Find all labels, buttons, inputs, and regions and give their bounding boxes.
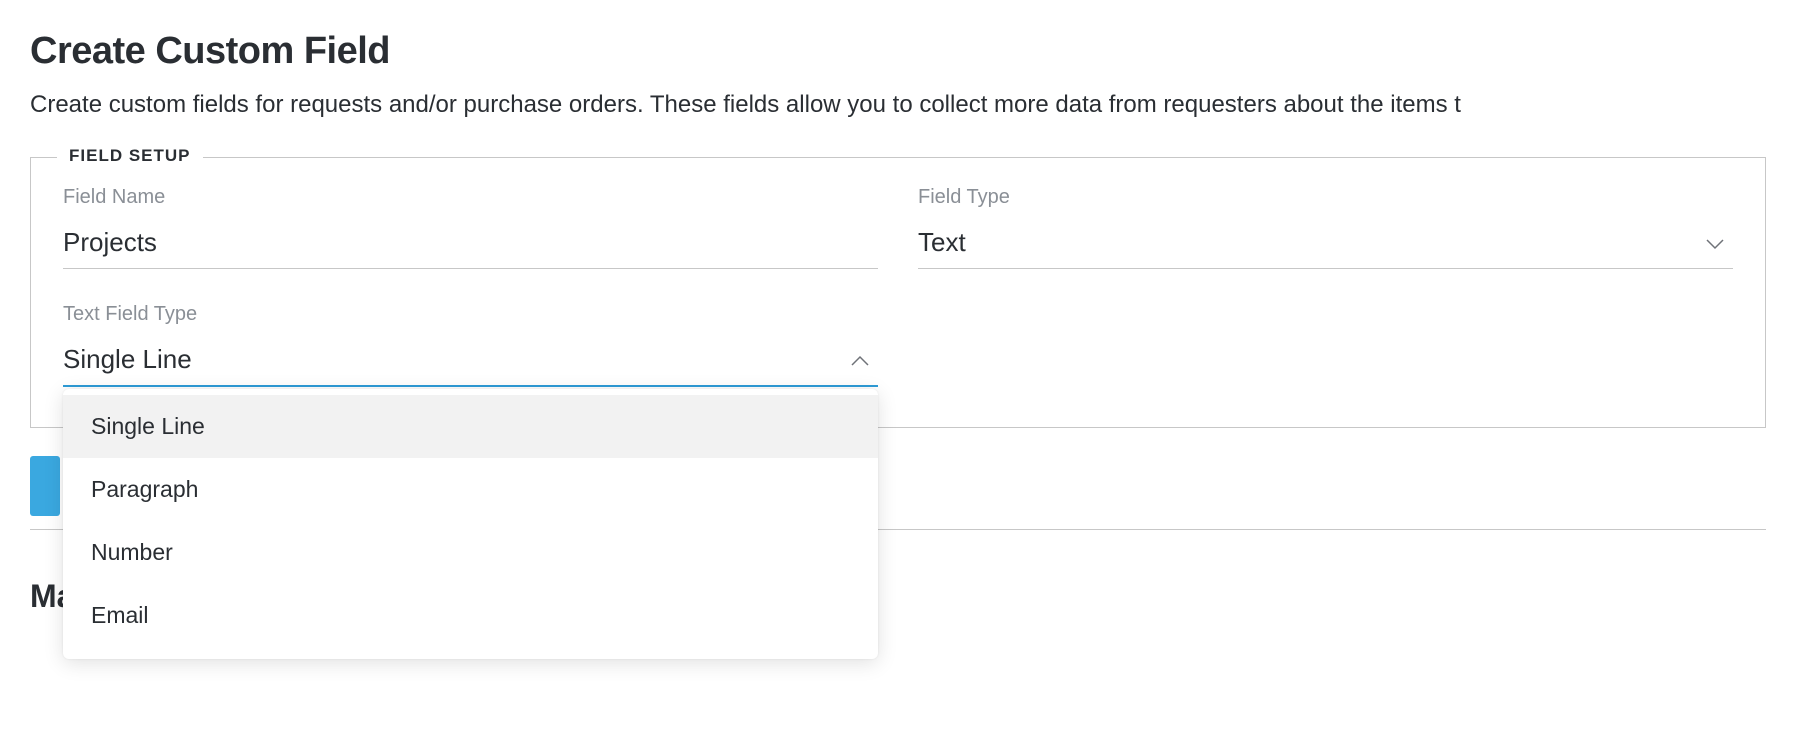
field-type-label: Field Type (918, 186, 1733, 209)
page-title: Create Custom Field (30, 30, 1766, 73)
text-field-type-label: Text Field Type (63, 303, 878, 326)
chevron-up-icon (850, 354, 870, 366)
dropdown-option-paragraph[interactable]: Paragraph (63, 458, 878, 521)
field-setup-fieldset: FIELD SETUP Field Name Field Type Text T… (30, 157, 1766, 428)
text-field-type-group: Text Field Type Single Line Single Line … (63, 303, 878, 387)
field-type-value: Text (918, 227, 966, 258)
field-name-group: Field Name (63, 186, 878, 269)
form-row-2: Text Field Type Single Line Single Line … (63, 303, 1733, 387)
field-name-label: Field Name (63, 186, 878, 209)
text-field-type-select[interactable]: Single Line (63, 340, 878, 387)
form-row-1: Field Name Field Type Text (63, 186, 1733, 269)
page-description: Create custom fields for requests and/or… (30, 91, 1766, 119)
field-name-input[interactable] (63, 223, 878, 269)
dropdown-option-number[interactable]: Number (63, 521, 878, 584)
field-type-group: Field Type Text (918, 186, 1733, 269)
fieldset-legend: FIELD SETUP (57, 146, 203, 166)
dropdown-option-email[interactable]: Email (63, 584, 878, 647)
text-field-type-dropdown: Single Line Paragraph Number Email (63, 389, 878, 659)
submit-button[interactable] (30, 456, 60, 516)
dropdown-option-single-line[interactable]: Single Line (63, 395, 878, 458)
chevron-down-icon (1705, 237, 1725, 249)
field-type-select[interactable]: Text (918, 223, 1733, 269)
text-field-type-value: Single Line (63, 344, 192, 375)
